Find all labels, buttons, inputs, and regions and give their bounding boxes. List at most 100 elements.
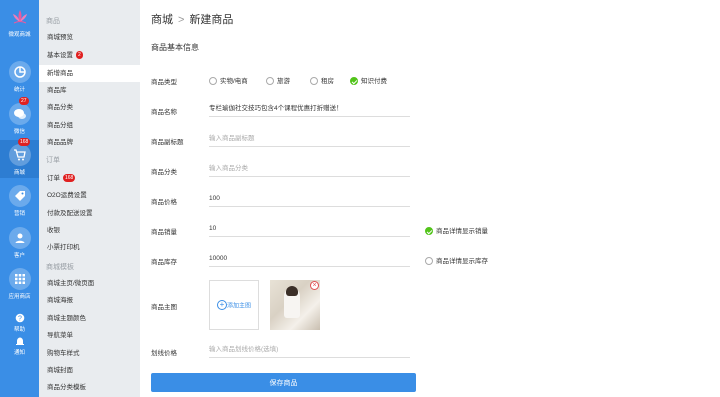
submenu-item-label: 新增商品 — [47, 70, 73, 77]
save-product-button[interactable]: 保存商品 — [151, 373, 416, 392]
submenu-item-nav-menu[interactable]: 导航菜单 — [39, 327, 140, 344]
type-option-knowledge[interactable]: 知识付费 — [350, 75, 387, 86]
submenu-item-label: 购物车样式 — [47, 350, 80, 357]
radio-label: 实物/电商 — [220, 78, 248, 85]
strike-price-label: 划线价格 — [151, 350, 177, 357]
rail-item-notifications[interactable]: 通知 — [0, 336, 39, 356]
submenu-item-preview[interactable]: 商城预览 — [39, 29, 140, 46]
radio-label: 知识付费 — [361, 78, 387, 85]
radio-icon — [425, 257, 433, 266]
submenu: 商品 商城预览 基本设置 2 新增商品 商品库 商品分类 商品分组 商品品牌 订单… — [39, 0, 140, 397]
submenu-item-basic-settings[interactable]: 基本设置 2 — [39, 47, 140, 64]
submenu-item-cover[interactable]: 商城封面 — [39, 362, 140, 379]
brand[interactable]: 微观商城 — [0, 8, 39, 38]
submenu-item-label: 导航菜单 — [47, 332, 73, 339]
strike-price-input[interactable]: 输入商品划线价格(选填) — [209, 344, 410, 358]
type-option-rental[interactable]: 租房 — [310, 75, 334, 86]
submenu-item-o2o-shipping[interactable]: O2O运费设置 — [39, 187, 140, 204]
wechat-icon — [13, 109, 26, 119]
submenu-item-label: 商品分类模板 — [47, 384, 86, 391]
subtitle-input[interactable]: 输入商品副标题 — [209, 133, 410, 147]
check-icon — [425, 227, 433, 236]
cart-icon — [13, 149, 26, 161]
submenu-item-cart-style[interactable]: 购物车样式 — [39, 345, 140, 362]
radio-icon — [266, 77, 274, 86]
submenu-group-title: 订单 — [46, 157, 60, 164]
submenu-item-label: 商品库 — [47, 87, 67, 94]
add-image-button[interactable]: + 添加主图 — [209, 280, 259, 330]
radio-icon — [209, 77, 217, 86]
show-sales-toggle[interactable]: 商品详情显示销量 — [425, 225, 488, 236]
rail-item-stats[interactable]: 统计 — [0, 61, 39, 93]
rail-item-app-store[interactable]: 应用商店 — [0, 268, 39, 300]
submenu-item-new-product[interactable]: 新增商品 — [39, 65, 140, 82]
submenu-item-product-brand[interactable]: 商品品牌 — [39, 134, 140, 151]
submenu-item-label: 商品分类 — [47, 104, 73, 111]
name-input[interactable]: 专栏瑜伽社交技巧包含4个课程优惠打折赠送！ — [209, 103, 410, 117]
submenu-group-title: 商品 — [46, 18, 60, 25]
svg-text:?: ? — [18, 316, 22, 323]
tag-icon — [14, 191, 25, 201]
submenu-item-label: 商城预览 — [47, 34, 73, 41]
breadcrumb-root[interactable]: 商城 — [151, 14, 173, 26]
submenu-item-label: 基本设置 — [47, 52, 73, 59]
rail-item-label: 微信 — [13, 129, 25, 135]
submenu-item-label: 商城主题颜色 — [47, 315, 86, 322]
check-icon — [350, 77, 358, 86]
rail-item-marketing[interactable]: 营销 — [0, 185, 39, 217]
sales-label: 商品销量 — [151, 229, 177, 236]
lotus-logo-icon — [11, 8, 29, 26]
submenu-item-label: O2O运费设置 — [47, 192, 87, 199]
rail-item-label: 客户 — [13, 253, 25, 259]
main-content: 商城 > 新建商品 商品基本信息 商品类型 实物/电商 旅游 租房 知识付费 商品名… — [140, 0, 720, 397]
submenu-item-payment-delivery[interactable]: 付款及配送设置 — [39, 205, 140, 222]
toggle-label: 商品详情显示销量 — [436, 228, 488, 235]
breadcrumb: 商城 > 新建商品 — [151, 11, 233, 27]
submenu-item-product-library[interactable]: 商品库 — [39, 82, 140, 99]
radio-label: 租房 — [321, 78, 334, 85]
rail-item-label: 帮助 — [13, 327, 25, 333]
rail-item-label: 应用商店 — [8, 294, 31, 300]
help-icon: ? — [15, 313, 24, 323]
rail-badge: 168 — [18, 138, 31, 146]
thumbnail-hair — [286, 286, 298, 296]
rail-item-customers[interactable]: 客户 — [0, 227, 39, 259]
submenu-item-cashier[interactable]: 收银 — [39, 222, 140, 239]
submenu-item-category-template[interactable]: 商品分类模板 — [39, 379, 140, 396]
submenu-item-label: 付款及配送设置 — [47, 210, 93, 217]
submenu-item-receipt-printer[interactable]: 小票打印机 — [39, 239, 140, 256]
stock-input[interactable]: 10000 — [209, 253, 410, 267]
users-icon — [15, 233, 24, 243]
bell-icon — [15, 337, 24, 345]
rail-item-mall[interactable]: 商城 168 — [0, 138, 39, 178]
grid-icon — [14, 274, 25, 284]
type-option-physical[interactable]: 实物/电商 — [209, 75, 248, 86]
toggle-label: 商品详情显示库存 — [436, 258, 488, 265]
category-input[interactable]: 输入商品分类 — [209, 163, 410, 177]
submenu-item-theme-color[interactable]: 商城主题颜色 — [39, 310, 140, 327]
submenu-item-orders[interactable]: 订单 168 — [39, 170, 140, 187]
icon-rail: 微观商城 统计 微信 27 商城 168 营销 客户 应用商店 ? 帮助 通知 — [0, 0, 39, 397]
rail-item-label: 统计 — [13, 87, 25, 93]
sales-input[interactable]: 10 — [209, 223, 410, 237]
show-stock-toggle[interactable]: 商品详情显示库存 — [425, 255, 488, 266]
category-label: 商品分类 — [151, 169, 177, 176]
type-label: 商品类型 — [151, 79, 177, 86]
remove-image-close-icon[interactable]: × — [310, 281, 319, 290]
rail-item-help[interactable]: ? 帮助 — [0, 313, 39, 333]
section-title: 商品基本信息 — [151, 43, 199, 52]
price-input[interactable]: 100 — [209, 193, 410, 207]
type-option-travel[interactable]: 旅游 — [266, 75, 290, 86]
submenu-group-title: 商城模板 — [46, 264, 74, 271]
chart-icon — [13, 66, 26, 78]
submenu-item-poster[interactable]: 商城海报 — [39, 292, 140, 309]
submenu-item-label: 商城海报 — [47, 297, 73, 304]
submenu-item-homepage[interactable]: 商城主页/微页面 — [39, 275, 140, 292]
submenu-item-label: 商品品牌 — [47, 139, 73, 146]
rail-item-wechat[interactable]: 微信 27 — [0, 97, 39, 135]
breadcrumb-separator: > — [178, 14, 185, 26]
rail-badge: 27 — [19, 97, 29, 105]
submenu-item-product-group[interactable]: 商品分组 — [39, 117, 140, 134]
submenu-item-label: 商城主页/微页面 — [47, 280, 95, 287]
submenu-item-product-category[interactable]: 商品分类 — [39, 99, 140, 116]
